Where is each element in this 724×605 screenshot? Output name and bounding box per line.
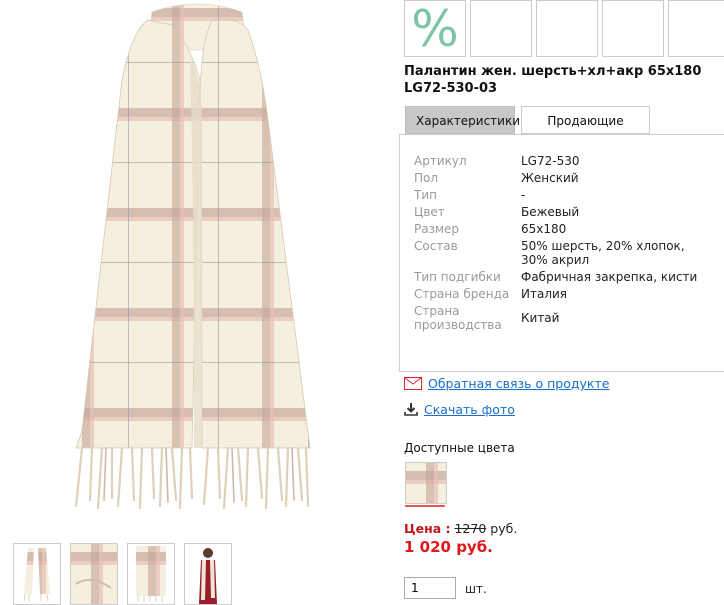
product-title-code: LG72-530-03 <box>404 81 498 96</box>
percent-icon: % <box>411 0 459 58</box>
quantity-input[interactable] <box>404 577 456 599</box>
spec-label: Артикул <box>414 154 467 168</box>
spec-label: Цвет <box>414 205 445 219</box>
selected-color-indicator <box>405 505 445 507</box>
thumbnail-3[interactable] <box>127 543 175 605</box>
quantity-unit: шт. <box>465 582 487 596</box>
download-icon <box>404 403 418 416</box>
spec-label: Пол <box>414 171 439 185</box>
thumbnail-4[interactable] <box>184 543 232 605</box>
old-price-currency: руб. <box>490 521 518 536</box>
thumbnail-flat-image <box>128 544 174 604</box>
spec-value: Китай <box>521 311 560 325</box>
feedback-link-row: Обратная связь о продукте <box>404 376 609 391</box>
plaid-swatch-image <box>406 463 446 503</box>
spec-value: 50% шерсть, 20% хлопок, 30% акрил <box>521 239 685 267</box>
badge-slot-4 <box>602 0 664 57</box>
download-photo-link[interactable]: Скачать фото <box>424 402 515 417</box>
price-line: Цена : 1270 руб. <box>404 521 517 536</box>
tab-characteristics[interactable]: Характеристики <box>405 106 520 134</box>
available-colors-label: Доступные цвета <box>404 441 515 455</box>
spec-label: Страна производства <box>414 304 502 332</box>
current-price: 1 020 руб. <box>404 538 493 556</box>
download-link-row: Скачать фото <box>404 402 515 417</box>
spec-value: Фабричная закрепка, кисти <box>521 270 698 284</box>
tab-selling-phrases[interactable]: Продающие фразы <box>521 106 650 156</box>
discount-badge: % <box>404 0 466 57</box>
product-title: Палантин жен. шерсть+хл+акр 65х180 LG72-… <box>404 63 724 97</box>
price-label: Цена : <box>404 521 451 536</box>
spec-label: Страна бренда <box>414 287 510 301</box>
badge-slot-3 <box>536 0 598 57</box>
spec-value: LG72-530 <box>521 154 580 168</box>
color-swatch-beige[interactable] <box>405 462 447 504</box>
old-price: 1270 <box>454 521 487 536</box>
envelope-icon <box>404 377 422 390</box>
spec-label: Состав <box>414 239 458 253</box>
spec-label: Тип <box>414 188 437 202</box>
feedback-link[interactable]: Обратная связь о продукте <box>428 376 609 391</box>
spec-value: Италия <box>521 287 568 301</box>
spec-value: Женский <box>521 171 579 185</box>
badge-slot-2 <box>470 0 532 57</box>
product-main-image[interactable] <box>62 0 332 515</box>
thumbnail-1[interactable] <box>13 543 61 605</box>
thumbnail-fabric-image <box>71 544 117 604</box>
spec-label: Размер <box>414 222 460 236</box>
spec-label: Тип подгибки <box>414 270 501 284</box>
product-title-name: Палантин жен. шерсть+хл+акр 65х180 <box>404 64 702 79</box>
spec-value: - <box>521 188 526 202</box>
spec-value: Бежевый <box>521 205 580 219</box>
thumbnail-model-image <box>185 544 231 604</box>
thumbnail-2[interactable] <box>70 543 118 605</box>
characteristics-panel: Артикул LG72-530 Пол Женский Тип - Цвет … <box>399 134 724 372</box>
thumbnail-scarf-image <box>14 544 60 604</box>
spec-value: 65x180 <box>521 222 567 236</box>
badge-slot-5 <box>668 0 724 57</box>
